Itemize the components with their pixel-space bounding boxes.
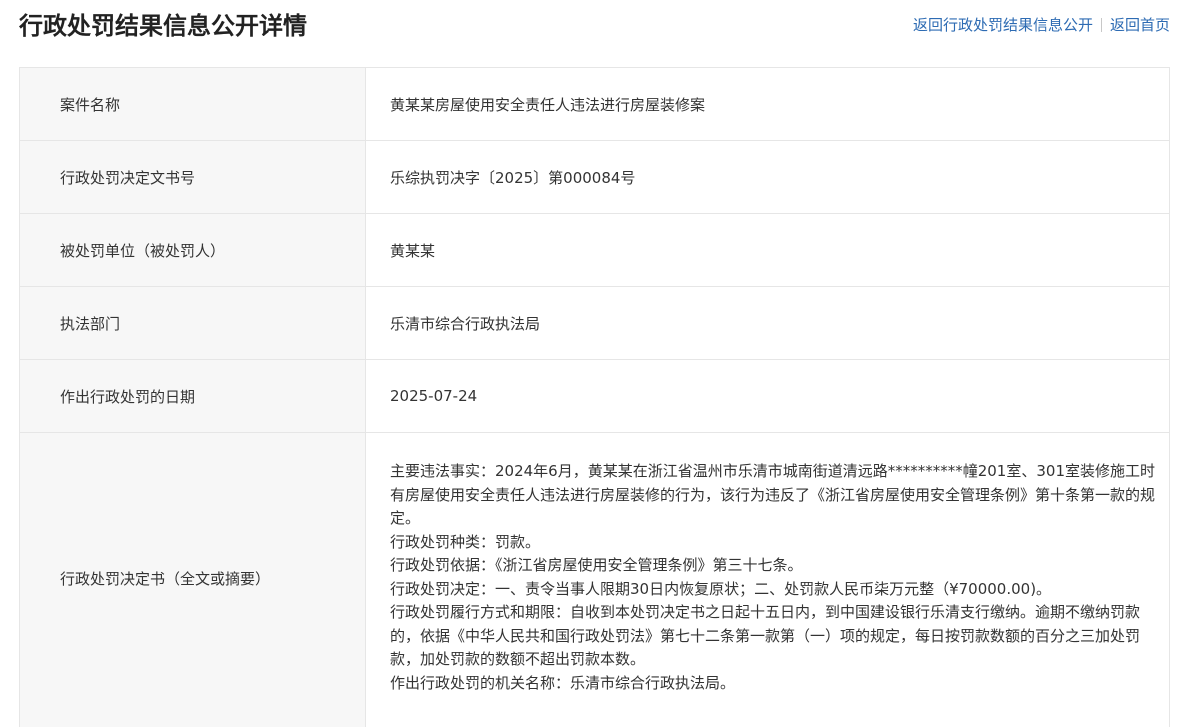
- top-nav: 返回行政处罚结果信息公开 返回首页: [913, 15, 1170, 35]
- penalized-party-value: 黄某某: [366, 214, 1169, 287]
- decision-paragraph: 作出行政处罚的机关名称：乐清市综合行政执法局。: [390, 673, 736, 692]
- page-header: 行政处罚结果信息公开详情 返回行政处罚结果信息公开 返回首页: [0, 0, 1178, 56]
- enforcement-dept-label: 执法部门: [20, 287, 366, 360]
- decision-paragraph: 主要违法事实：2024年6月，黄某某在浙江省温州市乐清市城南街道清远路*****…: [390, 462, 1156, 527]
- page-title: 行政处罚结果信息公开详情: [19, 12, 307, 40]
- penalty-date-value: 2025-07-24: [366, 360, 1169, 433]
- nav-divider: [1100, 18, 1102, 32]
- home-link[interactable]: 返回首页: [1110, 15, 1170, 35]
- details-table: 案件名称 黄某某房屋使用安全责任人违法进行房屋装修案 行政处罚决定文书号 乐综执…: [19, 67, 1170, 727]
- penalized-party-label: 被处罚单位（被处罚人）: [20, 214, 366, 287]
- penalty-date-label: 作出行政处罚的日期: [20, 360, 366, 433]
- decision-label: 行政处罚决定书（全文或摘要）: [20, 433, 366, 727]
- case-name-label: 案件名称: [20, 68, 366, 141]
- case-name-value: 黄某某房屋使用安全责任人违法进行房屋装修案: [366, 68, 1169, 141]
- document-number-label: 行政处罚决定文书号: [20, 141, 366, 214]
- document-number-value: 乐综执罚决字〔2025〕第000084号: [366, 141, 1169, 214]
- decision-paragraph: 行政处罚决定：一、责令当事人限期30日内恢复原状；二、处罚款人民币柒万元整（¥7…: [390, 579, 1052, 598]
- enforcement-dept-value: 乐清市综合行政执法局: [366, 287, 1169, 360]
- decision-paragraph: 行政处罚种类：罚款。: [390, 532, 541, 551]
- decision-paragraph: 行政处罚依据：《浙江省房屋使用安全管理条例》第三十七条。: [390, 556, 803, 574]
- back-to-list-link[interactable]: 返回行政处罚结果信息公开: [913, 15, 1093, 35]
- decision-paragraph: 行政处罚履行方式和期限：自收到本处罚决定书之日起十五日内，到中国建设银行乐清支行…: [390, 603, 1141, 668]
- decision-content: 主要违法事实：2024年6月，黄某某在浙江省温州市乐清市城南街道清远路*****…: [366, 433, 1169, 727]
